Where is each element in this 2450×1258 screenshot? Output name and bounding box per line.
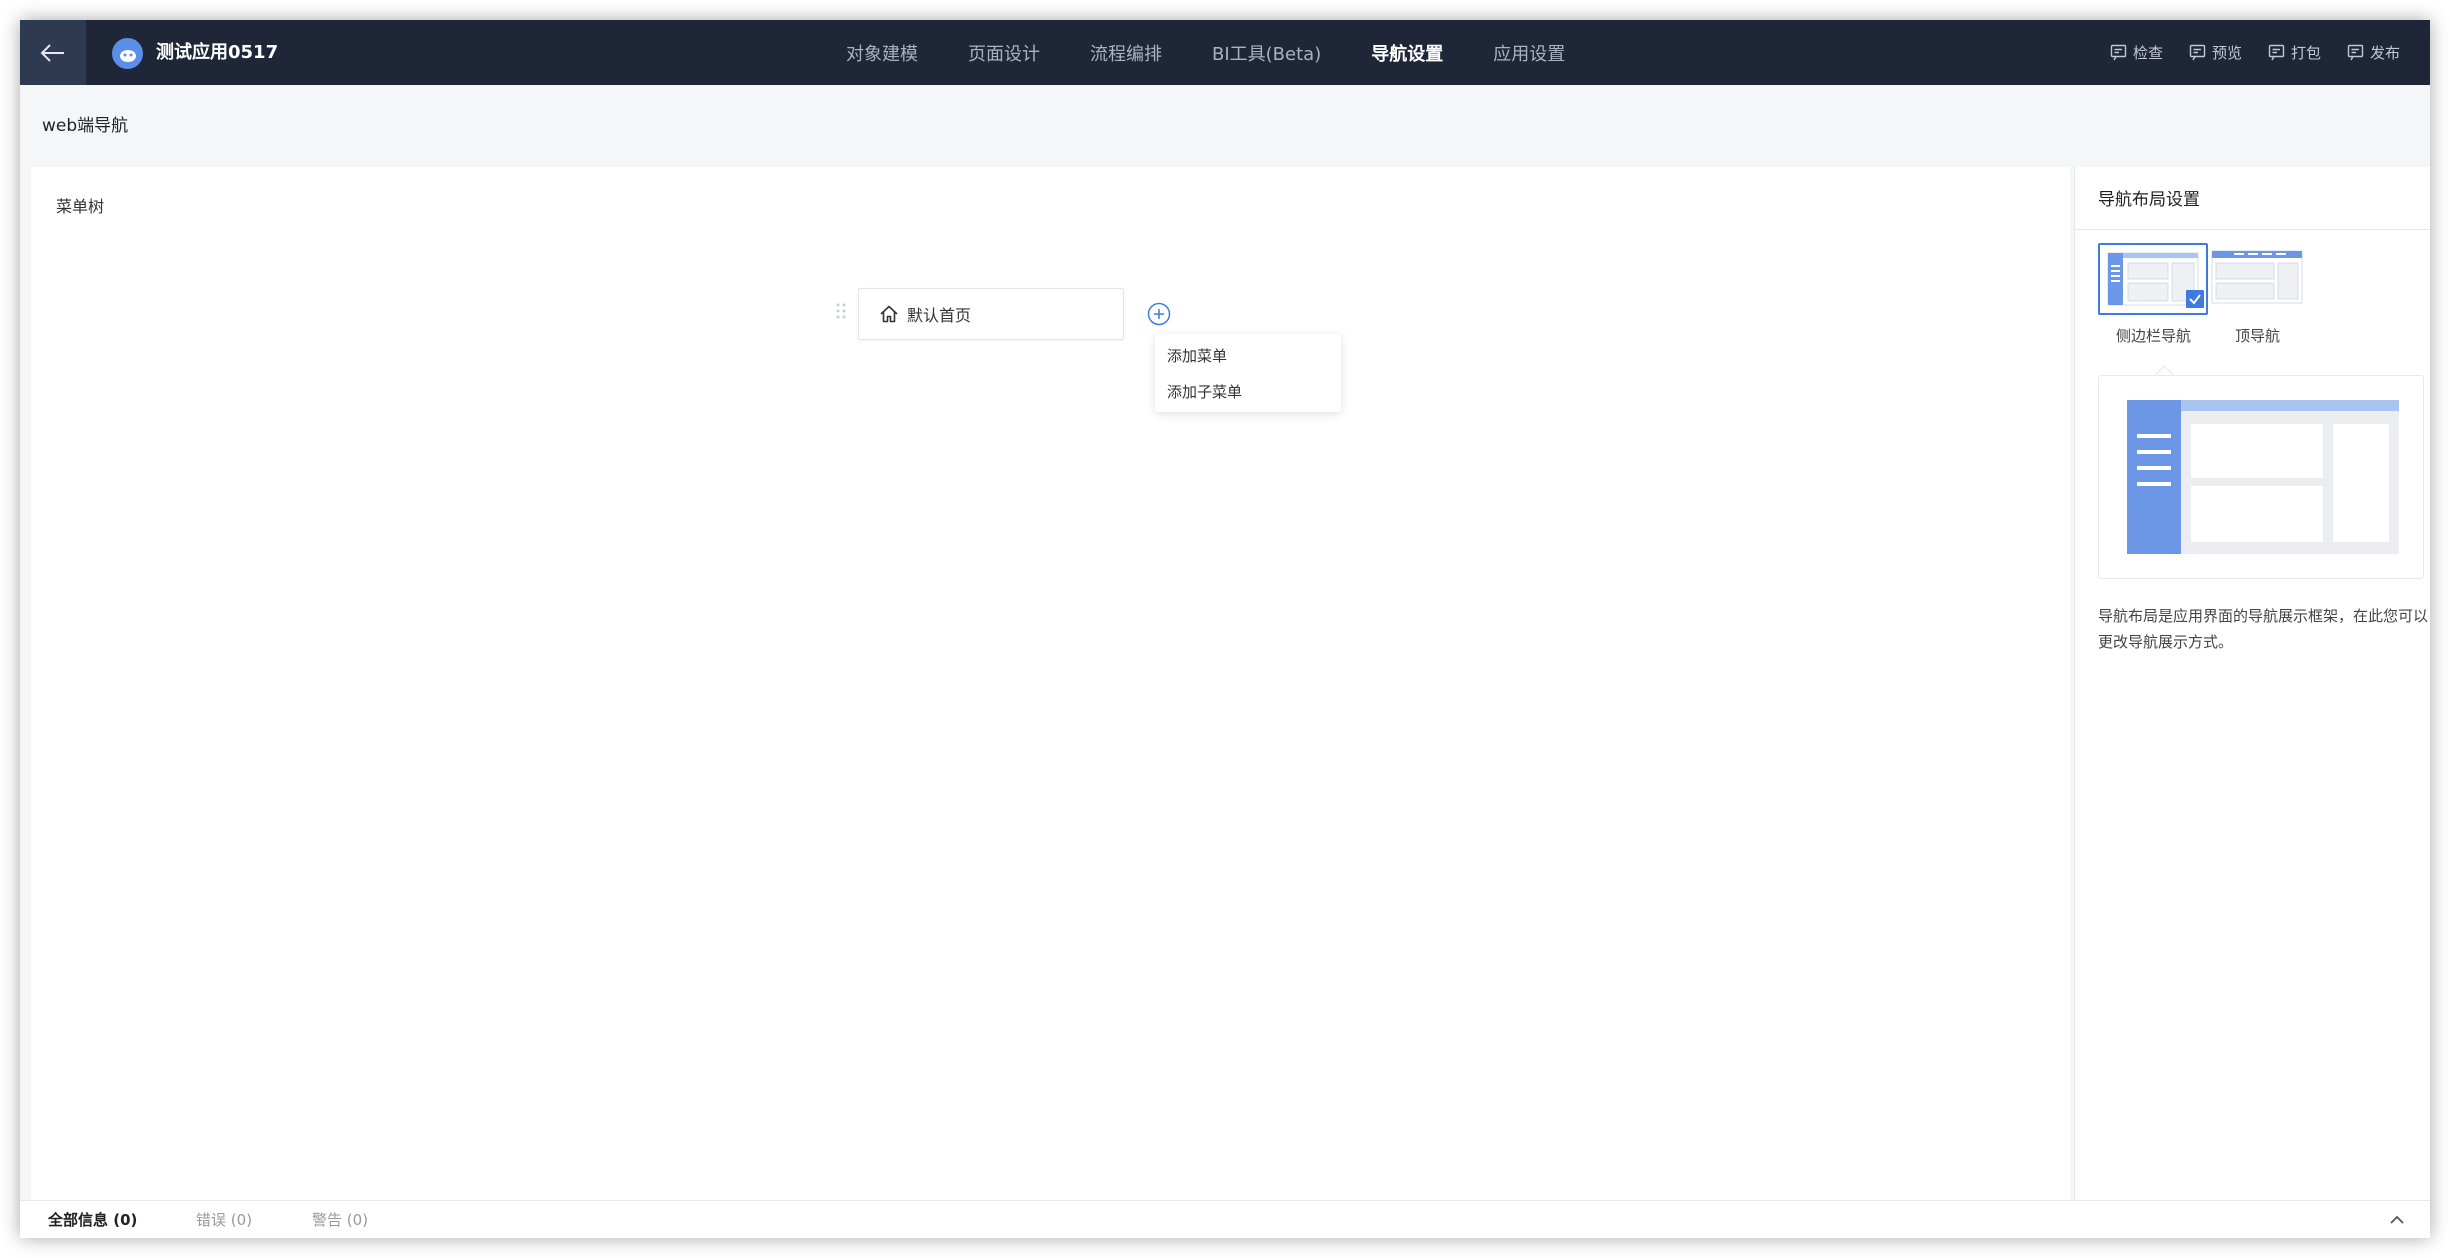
menu-node-label: 默认首页: [907, 306, 972, 325]
layout-option-top-label: 顶导航: [2235, 327, 2281, 345]
home-icon: [880, 305, 898, 323]
drag-handle-icon[interactable]: [834, 302, 848, 324]
menu-tree-canvas: 菜单树 默认首页 添加菜单 添加子菜单: [31, 167, 2070, 1200]
sidebar-layout-preview-image: [2127, 400, 2399, 554]
back-button[interactable]: [20, 20, 86, 85]
sidebar-layout-icon: [2107, 252, 2204, 308]
package-icon: [2268, 44, 2285, 61]
layout-option-sidebar-label: 侧边栏导航: [2116, 327, 2192, 345]
chevron-up-icon[interactable]: [2388, 1211, 2406, 1229]
check-button[interactable]: 检查: [2110, 42, 2163, 63]
page-title: web端导航: [42, 116, 129, 136]
app-window: 测试应用0517 对象建模 页面设计 流程编排 BI工具(Beta) 导航设置 …: [20, 20, 2430, 1238]
sub-header: web端导航: [20, 85, 2430, 167]
status-tab-errors[interactable]: 错误 (0): [196, 1201, 252, 1238]
tab-process-orchestration[interactable]: 流程编排: [1090, 40, 1162, 66]
preview-button[interactable]: 预览: [2189, 42, 2242, 63]
panel-divider: [2075, 229, 2430, 230]
status-tab-warnings[interactable]: 警告 (0): [312, 1201, 368, 1238]
layout-option-sidebar[interactable]: [2098, 243, 2208, 315]
tab-page-design[interactable]: 页面设计: [968, 40, 1040, 66]
menu-tree-title: 菜单树: [56, 197, 105, 216]
check-icon: [2110, 44, 2127, 61]
arrow-left-icon: [40, 43, 64, 62]
nav-layout-settings-panel: 导航布局设置 侧边栏导航 顶导航 导航布局是应用界面的导航展示框架，在此您可以更…: [2074, 167, 2430, 1200]
main-nav-tabs: 对象建模 页面设计 流程编排 BI工具(Beta) 导航设置 应用设置: [846, 20, 1615, 85]
status-tab-warnings-label: 警告: [312, 1211, 343, 1229]
package-button[interactable]: 打包: [2268, 42, 2321, 63]
status-tab-errors-count: (0): [230, 1211, 253, 1229]
status-tab-errors-label: 错误: [196, 1211, 227, 1229]
layout-preview: [2098, 375, 2424, 579]
status-tab-all[interactable]: 全部信息 (0): [48, 1201, 137, 1238]
tab-navigation-settings[interactable]: 导航设置: [1371, 40, 1443, 66]
add-menu-popup: 添加菜单 添加子菜单: [1155, 334, 1341, 412]
tab-bi-tools[interactable]: BI工具(Beta): [1212, 40, 1321, 66]
status-tab-all-label: 全部信息: [48, 1211, 109, 1229]
top-nav-layout-icon: [2211, 250, 2303, 304]
preview-label: 预览: [2211, 44, 2242, 62]
status-tab-all-count: (0): [113, 1211, 138, 1229]
status-tab-warnings-count: (0): [346, 1211, 369, 1229]
add-submenu-item[interactable]: 添加子菜单: [1155, 374, 1341, 410]
status-bar: 全部信息 (0) 错误 (0) 警告 (0): [20, 1200, 2430, 1238]
layout-option-top[interactable]: [2204, 243, 2310, 311]
top-actions: 检查 预览 打包 发布: [2084, 20, 2400, 85]
publish-label: 发布: [2369, 44, 2400, 62]
add-menu-item[interactable]: 添加菜单: [1155, 338, 1341, 374]
layout-description: 导航布局是应用界面的导航展示框架，在此您可以更改导航展示方式。: [2098, 607, 2429, 651]
menu-node-default-home[interactable]: 默认首页: [858, 288, 1124, 340]
plus-circle-icon[interactable]: [1147, 302, 1171, 326]
publish-icon: [2347, 44, 2364, 61]
publish-button[interactable]: 发布: [2347, 42, 2400, 63]
tab-object-modeling[interactable]: 对象建模: [846, 40, 918, 66]
check-label: 检查: [2132, 44, 2163, 62]
tab-app-settings[interactable]: 应用设置: [1493, 40, 1565, 66]
top-bar: 测试应用0517 对象建模 页面设计 流程编排 BI工具(Beta) 导航设置 …: [20, 20, 2430, 85]
preview-icon: [2189, 44, 2206, 61]
app-logo-icon: [112, 38, 143, 69]
package-label: 打包: [2290, 44, 2321, 62]
app-title: 测试应用0517: [156, 42, 279, 63]
panel-title: 导航布局设置: [2098, 190, 2200, 210]
